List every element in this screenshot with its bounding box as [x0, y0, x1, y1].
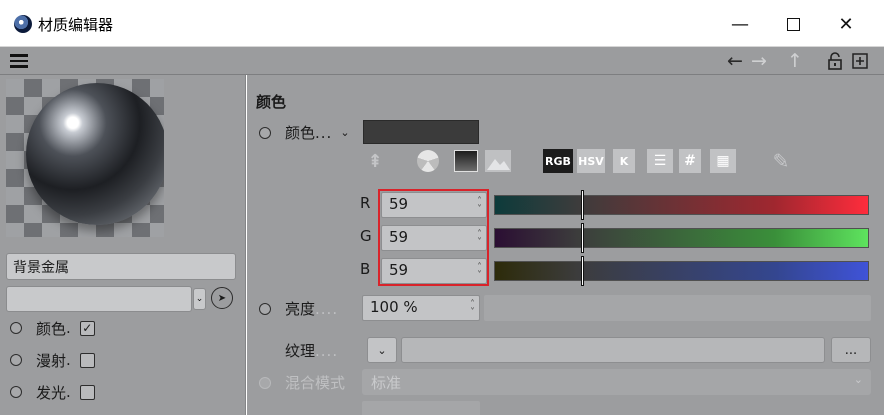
- blend-mode-row: 混合模式: [259, 372, 345, 393]
- window-titlebar: 材质编辑器 — ✕: [0, 0, 884, 47]
- texture-dropdown[interactable]: ⌄: [367, 337, 397, 363]
- material-name-field[interactable]: 背景金属: [6, 253, 236, 280]
- texture-dots: ....: [315, 341, 339, 360]
- menu-bar: ← → ↑: [0, 47, 884, 75]
- radio-icon[interactable]: [10, 322, 22, 334]
- channel-row-luminance[interactable]: 发光 .: [10, 381, 95, 403]
- hex-mode-button[interactable]: #: [679, 149, 701, 173]
- color-label: 颜色: [285, 124, 316, 142]
- checkbox-checked[interactable]: ✓: [79, 320, 95, 336]
- green-label: G: [360, 227, 372, 245]
- eyedropper-icon[interactable]: ✎: [769, 149, 793, 173]
- menu-icon[interactable]: [10, 54, 28, 68]
- window-title: 材质编辑器: [38, 16, 114, 34]
- kelvin-mode-button[interactable]: K: [613, 149, 635, 173]
- color-swatch[interactable]: [363, 120, 479, 144]
- brightness-slider[interactable]: [484, 295, 871, 321]
- chevron-down-icon: ⌄: [853, 373, 863, 386]
- channel-label: 颜色: [36, 319, 67, 338]
- blue-slider-knob[interactable]: [581, 256, 584, 286]
- left-panel: 背景金属 ⌄ ➤ 颜色 . ✓ 漫射 . 发光 .: [0, 75, 246, 415]
- cut-off-field[interactable]: [362, 401, 480, 415]
- red-slider-knob[interactable]: [581, 190, 584, 220]
- forward-arrow-icon[interactable]: →: [751, 50, 767, 72]
- color-dots: ...: [315, 123, 333, 142]
- blue-label: B: [360, 260, 371, 278]
- rgb-mode-button[interactable]: RGB: [543, 149, 573, 173]
- blend-mode-value: 标准: [371, 374, 402, 392]
- spinner-icon[interactable]: ˄ ˅: [470, 300, 475, 318]
- chevron-down-icon[interactable]: ⌄: [193, 288, 206, 310]
- expand-chevron-icon[interactable]: ⌄: [340, 126, 349, 139]
- channel-dots: .: [66, 319, 72, 337]
- radio-icon[interactable]: [259, 376, 271, 389]
- section-title: 颜色: [256, 93, 287, 111]
- material-preview[interactable]: [6, 79, 164, 237]
- swatches-icon[interactable]: ▦: [710, 149, 736, 173]
- red-slider[interactable]: [494, 190, 869, 220]
- blend-mode-select[interactable]: 标准 ⌄: [362, 369, 871, 395]
- brightness-dots: ....: [315, 299, 339, 318]
- mixer-icon[interactable]: ☰: [647, 149, 673, 173]
- up-arrow-icon[interactable]: ↑: [787, 50, 803, 72]
- radio-icon[interactable]: [10, 354, 22, 366]
- hsv-mode-button[interactable]: HSV: [577, 149, 605, 173]
- green-slider-knob[interactable]: [581, 223, 584, 253]
- image-icon[interactable]: [485, 150, 511, 172]
- flat-mode-icon[interactable]: ⇞: [364, 149, 386, 173]
- maximize-icon: [786, 17, 800, 31]
- radio-icon[interactable]: [259, 126, 271, 139]
- texture-field[interactable]: [401, 337, 825, 363]
- minimize-button[interactable]: —: [717, 8, 763, 40]
- channel-row-diffuse[interactable]: 漫射 .: [10, 349, 95, 371]
- checkbox-unchecked[interactable]: [79, 352, 95, 368]
- color-property-row: 颜色 ... ⌄: [259, 122, 350, 143]
- brightness-label: 亮度: [285, 300, 316, 318]
- blend-mode-label: 混合模式: [285, 374, 346, 392]
- channel-label: 漫射: [36, 351, 67, 370]
- texture-row: 纹理 ....: [285, 340, 338, 361]
- blue-slider[interactable]: [494, 256, 869, 286]
- maximize-button[interactable]: [770, 8, 816, 40]
- new-window-icon[interactable]: [852, 50, 868, 72]
- lock-icon[interactable]: [827, 50, 843, 72]
- back-arrow-icon[interactable]: ←: [727, 50, 743, 72]
- highlight-box: [378, 189, 489, 286]
- texture-more-button[interactable]: ...: [831, 337, 871, 363]
- app-icon: [14, 15, 32, 33]
- color-wheel-icon[interactable]: [417, 150, 439, 172]
- close-button[interactable]: ✕: [823, 8, 869, 40]
- channel-label: 发光: [36, 383, 67, 402]
- radio-icon[interactable]: [10, 386, 22, 398]
- texture-label: 纹理: [285, 342, 316, 360]
- channel-row-color[interactable]: 颜色 . ✓: [10, 317, 95, 339]
- red-label: R: [360, 194, 371, 212]
- radio-icon[interactable]: [259, 302, 271, 315]
- spectrum-icon[interactable]: [454, 150, 478, 172]
- brightness-value: 100 %: [370, 298, 418, 316]
- channel-dots: .: [66, 383, 72, 401]
- pointer-target-icon[interactable]: ➤: [211, 287, 233, 309]
- brightness-row: 亮度 ....: [259, 298, 338, 319]
- right-panel: 颜色 颜色 ... ⌄ ⇞ RGB HSV K ☰ # ▦ ✎ R 59 ˄ ˅ …: [247, 75, 884, 415]
- channel-dots: .: [66, 351, 72, 369]
- green-slider[interactable]: [494, 223, 869, 253]
- channel-filter-field[interactable]: [6, 286, 192, 312]
- checkbox-unchecked[interactable]: [79, 384, 95, 400]
- preview-sphere: [26, 83, 164, 225]
- brightness-input[interactable]: 100 % ˄ ˅: [362, 295, 480, 321]
